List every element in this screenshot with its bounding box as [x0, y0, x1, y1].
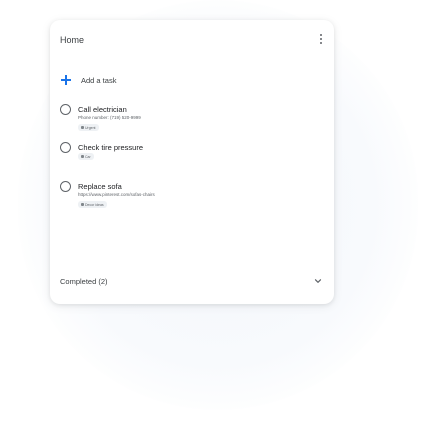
add-task-button[interactable]: Add a task [60, 74, 116, 86]
task-detail: https://www.pinterest.com/sofas-chairs [78, 192, 155, 197]
circle-icon[interactable] [60, 142, 71, 153]
chevron-down-icon [314, 279, 322, 283]
completed-section-toggle[interactable]: Completed (2) [60, 276, 324, 288]
task-title: Check tire pressure [78, 143, 144, 152]
add-task-label: Add a task [81, 75, 117, 85]
tag-icon [81, 126, 84, 129]
task-chip[interactable]: Urgent [78, 124, 99, 131]
task-chip[interactable]: Car [78, 153, 94, 160]
tag-icon [81, 203, 84, 206]
completed-label: Completed (2) [60, 277, 108, 286]
task-title: Call electrician [78, 105, 127, 114]
task-title: Replace sofa [78, 182, 122, 191]
circle-icon[interactable] [60, 181, 71, 192]
chip-label: Car [85, 154, 91, 159]
plus-icon [60, 74, 72, 86]
list-title: Home [60, 35, 85, 45]
tasks-card: Home Add a task Call electrician Phone n… [50, 20, 334, 304]
chip-label: Urgent [85, 125, 96, 130]
circle-icon[interactable] [60, 104, 71, 115]
menu-dots-icon[interactable] [318, 34, 324, 46]
tag-icon [81, 155, 84, 158]
task-detail: Phone number: (719) 520-9999 [78, 115, 141, 120]
task-chip[interactable]: Decor ideas [78, 201, 107, 208]
chip-label: Decor ideas [85, 202, 104, 207]
